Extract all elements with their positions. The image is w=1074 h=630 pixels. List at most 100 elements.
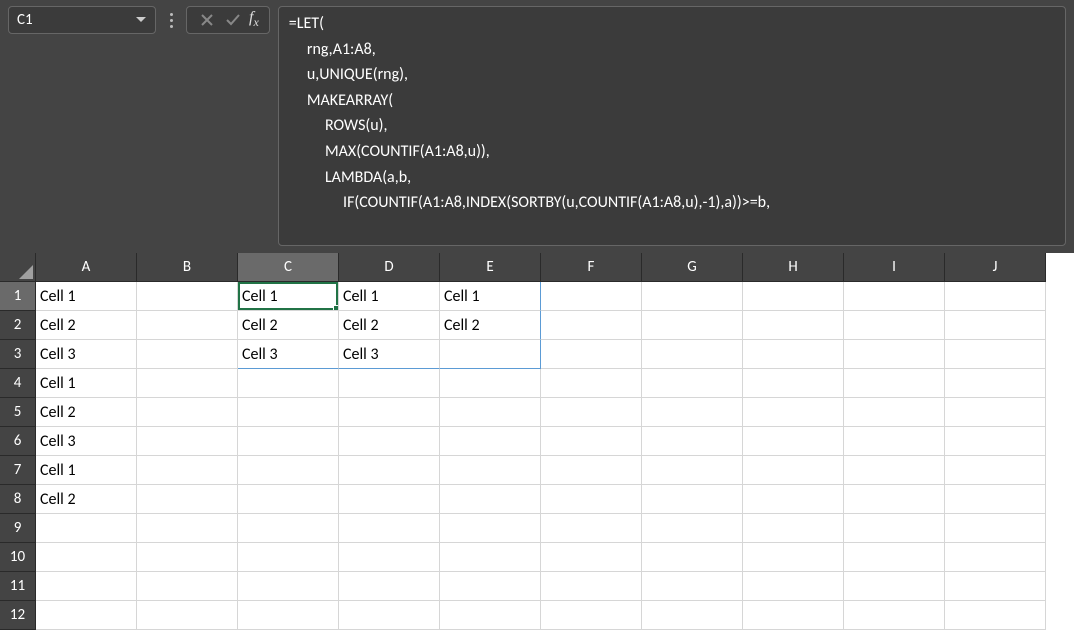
row-header-3[interactable]: 3 xyxy=(0,340,36,369)
cell-I6[interactable] xyxy=(844,427,945,456)
formula-input[interactable]: =LET( rng,A1:A8, u,UNIQUE(rng), MAKEARRA… xyxy=(278,6,1066,246)
cell-B9[interactable] xyxy=(137,514,238,543)
column-header-A[interactable]: A xyxy=(36,253,137,282)
row-header-4[interactable]: 4 xyxy=(0,369,36,398)
cell-C10[interactable] xyxy=(238,543,339,572)
cell-E5[interactable] xyxy=(440,398,541,427)
drag-handle-icon[interactable] xyxy=(164,6,178,34)
cell-J2[interactable] xyxy=(945,311,1046,340)
cell-G4[interactable] xyxy=(642,369,743,398)
cell-H3[interactable] xyxy=(743,340,844,369)
cell-H12[interactable] xyxy=(743,601,844,630)
cell-H9[interactable] xyxy=(743,514,844,543)
cell-A12[interactable] xyxy=(36,601,137,630)
cell-J9[interactable] xyxy=(945,514,1046,543)
cell-G6[interactable] xyxy=(642,427,743,456)
cell-A2[interactable]: Cell 2 xyxy=(36,311,137,340)
cell-I9[interactable] xyxy=(844,514,945,543)
cell-B11[interactable] xyxy=(137,572,238,601)
cell-C1[interactable]: Cell 1 xyxy=(238,282,339,311)
cell-C5[interactable] xyxy=(238,398,339,427)
cell-H4[interactable] xyxy=(743,369,844,398)
cell-F12[interactable] xyxy=(541,601,642,630)
cell-H2[interactable] xyxy=(743,311,844,340)
cell-B3[interactable] xyxy=(137,340,238,369)
cell-G10[interactable] xyxy=(642,543,743,572)
cell-I12[interactable] xyxy=(844,601,945,630)
cell-G11[interactable] xyxy=(642,572,743,601)
cell-H5[interactable] xyxy=(743,398,844,427)
column-header-G[interactable]: G xyxy=(642,253,743,282)
cell-F4[interactable] xyxy=(541,369,642,398)
cell-A5[interactable]: Cell 2 xyxy=(36,398,137,427)
cell-J5[interactable] xyxy=(945,398,1046,427)
cell-C3[interactable]: Cell 3 xyxy=(238,340,339,369)
cell-H10[interactable] xyxy=(743,543,844,572)
cell-A4[interactable]: Cell 1 xyxy=(36,369,137,398)
cell-C7[interactable] xyxy=(238,456,339,485)
cell-B1[interactable] xyxy=(137,282,238,311)
cell-G9[interactable] xyxy=(642,514,743,543)
cell-J10[interactable] xyxy=(945,543,1046,572)
cell-G1[interactable] xyxy=(642,282,743,311)
cell-I4[interactable] xyxy=(844,369,945,398)
cell-J4[interactable] xyxy=(945,369,1046,398)
cell-I5[interactable] xyxy=(844,398,945,427)
cell-C9[interactable] xyxy=(238,514,339,543)
cell-J1[interactable] xyxy=(945,282,1046,311)
cell-E2[interactable]: Cell 2 xyxy=(440,311,541,340)
row-header-8[interactable]: 8 xyxy=(0,485,36,514)
cell-E10[interactable] xyxy=(440,543,541,572)
row-header-11[interactable]: 11 xyxy=(0,572,36,601)
cell-I11[interactable] xyxy=(844,572,945,601)
cell-F10[interactable] xyxy=(541,543,642,572)
insert-function-icon[interactable]: fx xyxy=(249,9,259,30)
cell-G5[interactable] xyxy=(642,398,743,427)
cell-C4[interactable] xyxy=(238,369,339,398)
cell-E8[interactable] xyxy=(440,485,541,514)
cell-C12[interactable] xyxy=(238,601,339,630)
cell-B5[interactable] xyxy=(137,398,238,427)
column-header-J[interactable]: J xyxy=(945,253,1046,282)
column-header-B[interactable]: B xyxy=(137,253,238,282)
enter-formula-icon[interactable] xyxy=(223,10,243,30)
cell-F2[interactable] xyxy=(541,311,642,340)
cell-D5[interactable] xyxy=(339,398,440,427)
cell-I8[interactable] xyxy=(844,485,945,514)
cell-E9[interactable] xyxy=(440,514,541,543)
column-header-I[interactable]: I xyxy=(844,253,945,282)
cell-D8[interactable] xyxy=(339,485,440,514)
cell-E12[interactable] xyxy=(440,601,541,630)
cell-J11[interactable] xyxy=(945,572,1046,601)
cell-D7[interactable] xyxy=(339,456,440,485)
cell-G8[interactable] xyxy=(642,485,743,514)
cell-I3[interactable] xyxy=(844,340,945,369)
cell-G12[interactable] xyxy=(642,601,743,630)
cell-E1[interactable]: Cell 1 xyxy=(440,282,541,311)
column-header-H[interactable]: H xyxy=(743,253,844,282)
cell-G3[interactable] xyxy=(642,340,743,369)
cell-A6[interactable]: Cell 3 xyxy=(36,427,137,456)
cell-B4[interactable] xyxy=(137,369,238,398)
cell-I1[interactable] xyxy=(844,282,945,311)
cell-E3[interactable] xyxy=(440,340,541,369)
cell-G2[interactable] xyxy=(642,311,743,340)
cell-J8[interactable] xyxy=(945,485,1046,514)
cell-D4[interactable] xyxy=(339,369,440,398)
row-header-6[interactable]: 6 xyxy=(0,427,36,456)
cell-D2[interactable]: Cell 2 xyxy=(339,311,440,340)
cell-H8[interactable] xyxy=(743,485,844,514)
cell-I7[interactable] xyxy=(844,456,945,485)
cell-C8[interactable] xyxy=(238,485,339,514)
cell-I2[interactable] xyxy=(844,311,945,340)
cell-B8[interactable] xyxy=(137,485,238,514)
column-header-C[interactable]: C xyxy=(238,253,339,282)
cell-D1[interactable]: Cell 1 xyxy=(339,282,440,311)
cell-D6[interactable] xyxy=(339,427,440,456)
cell-D12[interactable] xyxy=(339,601,440,630)
column-header-F[interactable]: F xyxy=(541,253,642,282)
cell-E7[interactable] xyxy=(440,456,541,485)
cell-J7[interactable] xyxy=(945,456,1046,485)
row-header-9[interactable]: 9 xyxy=(0,514,36,543)
cell-F3[interactable] xyxy=(541,340,642,369)
